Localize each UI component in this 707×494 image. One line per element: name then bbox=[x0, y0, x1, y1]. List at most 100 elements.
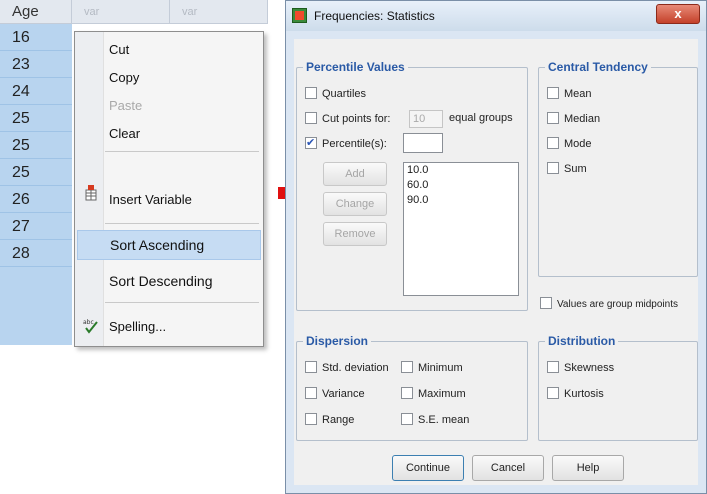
group-title: Central Tendency bbox=[545, 60, 651, 74]
checkbox-box bbox=[547, 162, 559, 175]
age-cell[interactable]: 25 bbox=[0, 105, 72, 132]
menu-separator bbox=[105, 302, 259, 303]
dialog-titlebar[interactable]: Frequencies: Statistics x bbox=[286, 1, 706, 31]
checkbox-label: Variance bbox=[322, 388, 365, 400]
median-checkbox[interactable]: Median bbox=[547, 111, 600, 127]
svg-text:abc: abc bbox=[83, 319, 94, 326]
percentile-values-group: Percentile Values Quartiles Cut points f… bbox=[296, 60, 528, 311]
checkbox-label: Median bbox=[564, 113, 601, 125]
menu-item-label: Sort Descending bbox=[109, 273, 213, 289]
checkbox-box bbox=[305, 413, 317, 426]
checkbox-label: Skewness bbox=[564, 362, 615, 374]
age-cell[interactable]: 25 bbox=[0, 159, 72, 186]
checkbox-box bbox=[305, 135, 317, 151]
checkbox-label: Quartiles bbox=[322, 88, 367, 100]
group-title: Distribution bbox=[545, 334, 619, 348]
menu-item-copy[interactable]: Copy bbox=[77, 64, 261, 91]
menu-item-sort-descending[interactable]: Sort Descending bbox=[77, 268, 261, 295]
spss-app-icon bbox=[292, 8, 307, 23]
age-column-fill bbox=[0, 267, 72, 345]
kurtosis-checkbox[interactable]: Kurtosis bbox=[547, 386, 604, 402]
sum-checkbox[interactable]: Sum bbox=[547, 161, 587, 177]
add-button[interactable]: Add bbox=[323, 162, 387, 186]
menu-item-label: Cut bbox=[109, 42, 130, 57]
cut-points-checkbox[interactable]: Cut points for: bbox=[305, 111, 390, 127]
insert-variable-icon bbox=[85, 185, 97, 201]
checkbox-label: Cut points for: bbox=[322, 113, 391, 125]
menu-separator bbox=[105, 151, 259, 152]
minimum-checkbox[interactable]: Minimum bbox=[401, 360, 463, 376]
menu-item-label: Insert Variable bbox=[109, 192, 192, 207]
percentile-list[interactable]: 10.0 60.0 90.0 bbox=[403, 162, 519, 296]
column-header-var-1[interactable]: var bbox=[72, 0, 170, 24]
checkbox-box bbox=[401, 413, 413, 426]
help-button[interactable]: Help bbox=[552, 455, 624, 481]
age-cell[interactable]: 23 bbox=[0, 51, 72, 78]
frequencies-statistics-dialog: Frequencies: Statistics x Percentile Val… bbox=[285, 0, 707, 494]
menu-item-insert-variable[interactable]: Insert Variable bbox=[77, 185, 261, 213]
checkbox-label: Kurtosis bbox=[564, 388, 604, 400]
group-midpoints-checkbox[interactable]: Values are group midpoints bbox=[540, 297, 678, 313]
context-menu: Cut Copy Paste Clear Insert Variable Sor… bbox=[74, 31, 264, 347]
checkbox-box bbox=[547, 112, 559, 125]
checkbox-label: Mode bbox=[564, 138, 592, 150]
checkbox-label: Sum bbox=[564, 163, 587, 175]
mode-checkbox[interactable]: Mode bbox=[547, 136, 592, 152]
menu-item-sort-ascending[interactable]: Sort Ascending bbox=[77, 230, 261, 260]
quartiles-checkbox[interactable]: Quartiles bbox=[305, 86, 366, 102]
checkbox-label: Percentile(s): bbox=[322, 138, 387, 150]
age-cell[interactable]: 27 bbox=[0, 213, 72, 240]
checkbox-label: Mean bbox=[564, 88, 592, 100]
percentiles-checkbox[interactable]: Percentile(s): bbox=[305, 135, 387, 152]
age-cell[interactable]: 26 bbox=[0, 186, 72, 213]
age-cell[interactable]: 24 bbox=[0, 78, 72, 105]
menu-item-cut[interactable]: Cut bbox=[77, 36, 261, 63]
maximum-checkbox[interactable]: Maximum bbox=[401, 386, 466, 402]
checkbox-box bbox=[305, 87, 317, 100]
checkbox-label: Minimum bbox=[418, 362, 463, 374]
menu-item-label: Copy bbox=[109, 70, 140, 85]
remove-button[interactable]: Remove bbox=[323, 222, 387, 246]
percentile-input[interactable] bbox=[403, 133, 443, 153]
column-header-var-2[interactable]: var bbox=[170, 0, 268, 24]
checkbox-box bbox=[305, 387, 317, 400]
group-title: Dispersion bbox=[303, 334, 372, 348]
checkbox-label: Values are group midpoints bbox=[557, 299, 678, 310]
cancel-button[interactable]: Cancel bbox=[472, 455, 544, 481]
se-mean-checkbox[interactable]: S.E. mean bbox=[401, 412, 469, 428]
menu-item-label: Clear bbox=[109, 126, 141, 141]
close-button[interactable]: x bbox=[656, 4, 700, 24]
percentile-list-item[interactable]: 10.0 bbox=[404, 163, 518, 178]
equal-groups-label: equal groups bbox=[449, 112, 513, 124]
percentile-list-item[interactable]: 60.0 bbox=[404, 178, 518, 193]
checkbox-box bbox=[547, 137, 559, 150]
dispersion-group: Dispersion Std. deviation Minimum Varian… bbox=[296, 334, 528, 441]
std-deviation-checkbox[interactable]: Std. deviation bbox=[305, 360, 389, 376]
menu-item-paste[interactable]: Paste bbox=[77, 92, 261, 119]
range-checkbox[interactable]: Range bbox=[305, 412, 354, 428]
mean-checkbox[interactable]: Mean bbox=[547, 86, 592, 102]
checkbox-label: Maximum bbox=[418, 388, 466, 400]
age-cell[interactable]: 25 bbox=[0, 132, 72, 159]
column-header-age[interactable]: Age bbox=[0, 0, 72, 24]
spelling-icon: abc bbox=[83, 319, 98, 334]
group-title: Percentile Values bbox=[303, 60, 408, 74]
menu-item-clear[interactable]: Clear bbox=[77, 120, 261, 147]
checkbox-box bbox=[540, 297, 552, 310]
checkbox-box bbox=[401, 361, 413, 374]
change-button[interactable]: Change bbox=[323, 192, 387, 216]
age-cell[interactable]: 28 bbox=[0, 240, 72, 267]
checkbox-label: S.E. mean bbox=[418, 414, 470, 426]
cut-points-input[interactable]: 10 bbox=[409, 110, 443, 128]
checkbox-box bbox=[305, 112, 317, 125]
checkbox-box bbox=[305, 361, 317, 374]
checkbox-label: Range bbox=[322, 414, 355, 426]
percentile-list-item[interactable]: 90.0 bbox=[404, 193, 518, 208]
dialog-title: Frequencies: Statistics bbox=[314, 9, 435, 23]
variance-checkbox[interactable]: Variance bbox=[305, 386, 365, 402]
continue-button[interactable]: Continue bbox=[392, 455, 464, 481]
skewness-checkbox[interactable]: Skewness bbox=[547, 360, 614, 376]
menu-item-spelling[interactable]: abc Spelling... bbox=[77, 313, 261, 340]
menu-item-label: Paste bbox=[109, 98, 143, 113]
age-cell[interactable]: 16 bbox=[0, 24, 72, 51]
